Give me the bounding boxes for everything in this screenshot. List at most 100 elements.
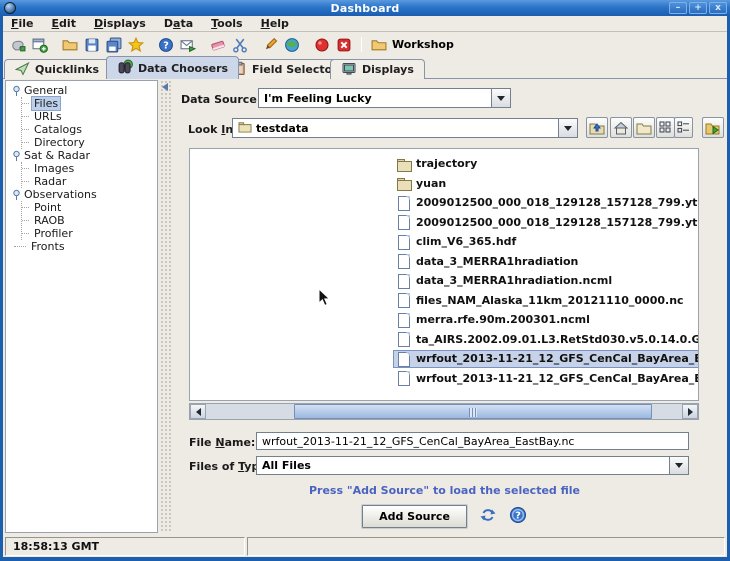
stop-icon[interactable] [335,37,353,53]
look-in-select[interactable]: testdata [232,118,578,138]
tree-group-observations[interactable]: Observations [12,188,157,201]
file-type-icon [397,254,411,268]
up-one-level-button[interactable] [586,117,608,138]
title-bar[interactable]: Dashboard – + x [0,0,730,16]
window-border-bottom [0,557,730,561]
menu-item[interactable]: Edit [52,17,76,30]
tree-item-catalogs[interactable]: Catalogs [22,123,157,136]
grid-view-button[interactable] [656,117,675,138]
tree-item-profiler[interactable]: Profiler [22,227,157,240]
svg-text:?: ? [163,40,169,51]
file-chooser: Data Source Type: I'm Feeling Lucky Look… [172,79,727,535]
show-dashboard-icon[interactable] [9,37,27,53]
tree-group-general[interactable]: General [12,84,157,97]
tab-quicklinks[interactable]: Quicklinks [4,59,110,79]
tree-expand-handle-icon[interactable] [12,85,21,97]
tree-item-raob[interactable]: RAOB [22,214,157,227]
files-of-type-select[interactable]: All Files [256,456,689,475]
tree-item-fronts[interactable]: Fronts [14,240,157,253]
split-pane-divider[interactable] [160,80,171,533]
favorites-star-icon[interactable] [127,37,145,53]
file-type-icon [397,313,411,327]
chevron-down-icon[interactable] [669,457,688,474]
eraser-icon[interactable] [209,37,227,53]
data-choosers-panel: General Files URLs Catalogs Directory Sa… [3,79,727,535]
list-item[interactable]: 2009012500_000_018_129128_157128_799.yt.… [190,213,698,233]
new-window-icon[interactable] [31,37,49,53]
chooser-tree: General Files URLs Catalogs Directory Sa… [6,81,157,253]
scroll-left-icon[interactable] [190,404,206,419]
open-folder-icon[interactable] [61,37,79,53]
tree-item-radar[interactable]: Radar [22,175,157,188]
chevron-down-icon[interactable] [558,119,577,137]
workshop-folder-icon [370,37,388,53]
tree-item-urls[interactable]: URLs [22,110,157,123]
help-ball-icon[interactable]: ? [157,37,175,53]
list-item[interactable]: wrfout_2013-11-21_12_GFS_CenCal_BayArea_… [190,349,698,369]
list-item[interactable]: data_3_MERRA1hradiation.ncml [190,271,698,291]
list-item[interactable]: trajectory [190,154,698,174]
file-type-icon [397,196,411,210]
home-button[interactable] [610,117,632,138]
close-button[interactable]: x [709,2,727,14]
status-message [247,537,725,556]
scrollbar-track[interactable] [206,404,682,419]
menu-item[interactable]: File [11,17,34,30]
tab-displays[interactable]: Displays [330,59,425,79]
toolbar-separator [361,37,362,52]
list-item[interactable]: wrfout_2013-11-21_12_GFS_CenCal_BayArea_… [190,369,698,389]
mouse-cursor [318,288,331,311]
list-item[interactable]: 2009012500_000_018_129128_157128_799.yt.… [190,193,698,213]
tree-expand-handle-icon[interactable] [12,150,21,162]
refresh-icon[interactable] [479,506,497,528]
file-list[interactable]: trajectory yuan 2009012500_000_018_12912… [189,148,699,401]
tree-group-sat-radar[interactable]: Sat & Radar [12,149,157,162]
new-folder-button[interactable] [633,117,655,138]
tab-data-choosers[interactable]: Data Choosers [106,56,239,79]
tree-item-directory[interactable]: Directory [22,136,157,149]
menu-item[interactable]: Data [164,17,193,30]
open-selected-button[interactable] [702,117,724,138]
tree-item-point[interactable]: Point [22,201,157,214]
workshop-button[interactable]: Workshop [370,37,454,53]
tree-expand-handle-icon[interactable] [12,189,21,201]
svg-text:?: ? [515,510,521,521]
status-bar: 18:58:13 GMT [3,536,727,557]
globe-icon[interactable] [283,37,301,53]
list-item[interactable]: merra.rfe.90m.200301.ncml [190,310,698,330]
tree-item-images[interactable]: Images [22,162,157,175]
horizontal-scrollbar[interactable] [189,403,699,420]
save-as-icon[interactable] [105,37,123,53]
collapse-left-icon[interactable] [162,83,168,91]
record-icon[interactable] [313,37,331,53]
menu-item[interactable]: Displays [94,17,146,30]
menu-bar: File Edit Displays Data Tools Help [3,16,727,32]
list-item[interactable]: files_NAM_Alaska_11km_20121110_0000.nc [190,291,698,311]
minimize-button[interactable]: – [669,2,687,14]
add-source-button[interactable]: Add Source [362,505,467,528]
list-item[interactable]: clim_V6_365.hdf [190,232,698,252]
list-item[interactable]: ta_AIRS.2002.09.01.L3.RetStd030.v5.0.14.… [190,330,698,350]
support-message-icon[interactable] [179,37,197,53]
menu-item[interactable]: Tools [211,17,242,30]
menu-item[interactable]: Help [261,17,289,30]
details-view-button[interactable] [674,117,693,138]
look-in-label: Look In: [188,123,238,136]
tree-item-files[interactable]: Files [22,97,157,110]
file-type-icon [397,235,411,249]
file-name-input[interactable]: wrfout_2013-11-21_12_GFS_CenCal_BayArea_… [256,432,689,450]
maximize-button[interactable]: + [689,2,707,14]
clock-readout: 18:58:13 GMT [5,537,245,556]
scroll-right-icon[interactable] [682,404,698,419]
edit-pencil-icon[interactable] [261,37,279,53]
help-icon[interactable]: ? [509,506,527,528]
cut-scissors-icon[interactable] [231,37,249,53]
list-item[interactable]: yuan [190,174,698,194]
toolbar: ? Workshop [3,33,727,56]
data-source-type-select[interactable]: I'm Feeling Lucky [258,88,511,108]
scrollbar-thumb[interactable] [294,404,652,419]
save-icon[interactable] [83,37,101,53]
list-item[interactable]: data_3_MERRA1hradiation [190,252,698,272]
monitor-icon [341,61,357,79]
chevron-down-icon[interactable] [491,89,510,107]
